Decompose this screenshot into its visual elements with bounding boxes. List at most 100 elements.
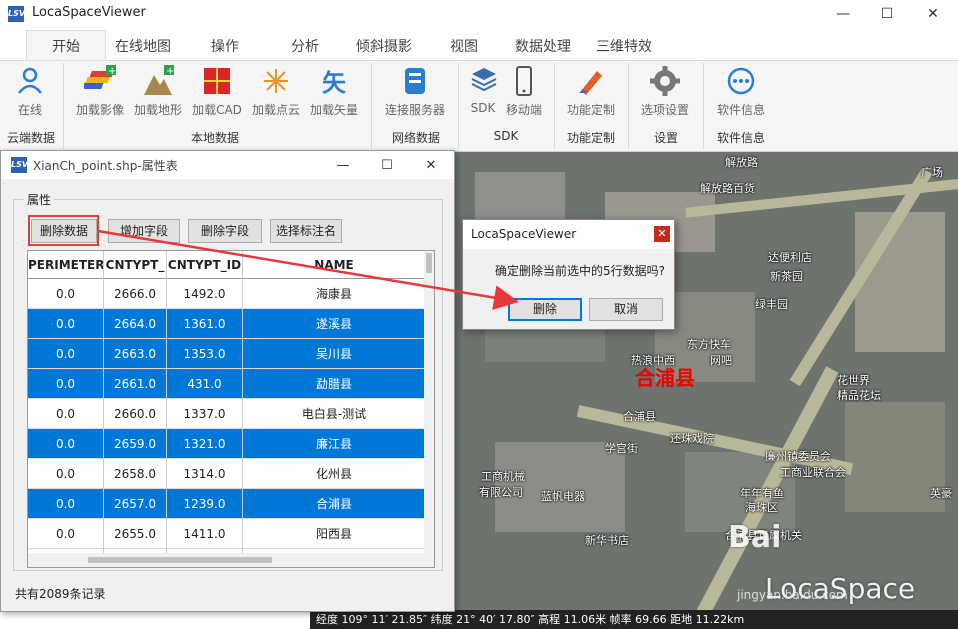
tab-view[interactable]: 视图 (450, 36, 478, 56)
tab-operation[interactable]: 操作 (211, 36, 239, 56)
map-label: 工商机械 (481, 470, 525, 483)
select-label-field-button[interactable]: 选择标注名 (270, 219, 342, 243)
tab-3d-effects[interactable]: 三维特效 (596, 36, 652, 56)
attr-maximize-button[interactable]: ☐ (365, 153, 409, 177)
table-cell: 2661.0 (104, 369, 167, 399)
table-cell: 0.0 (28, 339, 104, 369)
ribbon: 在线 + 加载影像 + 加载地形 加载CAD 加载点云 矢 加载矢量 连接服务器… (0, 60, 958, 152)
attr-close-button[interactable]: ✕ (409, 153, 453, 177)
table-row[interactable]: 0.0 2659.0 1321.0 廉江县 (28, 429, 426, 459)
load-pointcloud-label: 加载点云 (251, 103, 300, 117)
vertical-scrollbar[interactable] (424, 251, 434, 553)
dialog-close-icon[interactable]: ✕ (654, 226, 670, 242)
table-cell: 2659.0 (104, 429, 167, 459)
software-info-button[interactable]: 软件信息 (712, 65, 770, 118)
close-button[interactable]: ✕ (910, 2, 956, 26)
table-row[interactable]: 0.0 2663.0 1353.0 吴川县 (28, 339, 426, 369)
connect-server-label: 连接服务器 (384, 103, 445, 117)
table-cell: 2660.0 (104, 399, 167, 429)
load-terrain-button[interactable]: + 加载地形 (132, 65, 184, 118)
tab-data-processing[interactable]: 数据处理 (515, 36, 571, 56)
table-cell: 1353.0 (167, 339, 243, 369)
map-label: 达便利店 (768, 251, 812, 264)
map-label: 新华书店 (585, 534, 629, 547)
add-field-button[interactable]: 增加字段 (108, 219, 180, 243)
tab-oblique[interactable]: 倾斜摄影 (356, 36, 412, 56)
table-cell: 1239.0 (167, 489, 243, 519)
connect-server-button[interactable]: 连接服务器 (382, 65, 448, 118)
app-logo-icon: LSV (8, 6, 25, 22)
horizontal-scroll-thumb[interactable] (88, 557, 272, 563)
options-button[interactable]: 选项设置 (638, 65, 692, 118)
map-label: 工商业联合会 (780, 466, 846, 479)
group-cloud-data: 云端数据 (6, 131, 55, 145)
table-cell: 2655.0 (104, 519, 167, 549)
attribute-table[interactable]: PERIMETER CNTYPT_ CNTYPT_ID NAME 0.0 2666… (27, 250, 435, 568)
highlight-box (28, 215, 99, 246)
table-cell: 431.0 (167, 369, 243, 399)
table-cell: 化州县 (243, 459, 426, 489)
table-cell: 2658.0 (104, 459, 167, 489)
server-icon (399, 65, 431, 97)
online-button[interactable]: 在线 (10, 65, 50, 118)
vector-icon: 矢 (318, 65, 350, 97)
svg-text:+: + (108, 66, 116, 77)
tab-online-map[interactable]: 在线地图 (115, 36, 171, 56)
load-vector-button[interactable]: 矢 加载矢量 (308, 65, 360, 118)
load-pointcloud-button[interactable]: 加载点云 (250, 65, 302, 118)
load-cad-label: 加载CAD (192, 103, 242, 117)
svg-text:矢: 矢 (322, 69, 347, 97)
app-title: LocaSpaceViewer (32, 5, 146, 20)
table-row[interactable]: 0.0 2658.0 1314.0 化州县 (28, 459, 426, 489)
status-bar: 经度 109° 11′ 21.85″ 纬度 21° 40′ 17.80″ 高程 … (310, 610, 958, 629)
map-label: 还珠戏院 (670, 432, 714, 445)
table-cell: 吴川县 (243, 339, 426, 369)
map-label: 学宫街 (605, 442, 638, 455)
svg-text:+: + (166, 66, 174, 77)
map-label: 广场 (921, 166, 943, 179)
table-cell: 0.0 (28, 489, 104, 519)
map-label: 东方快车 (687, 338, 731, 351)
table-cell: 1361.0 (167, 309, 243, 339)
table-cell: 合浦县 (243, 489, 426, 519)
load-cad-button[interactable]: 加载CAD (190, 65, 244, 118)
load-imagery-label: 加载影像 (75, 103, 124, 117)
table-row[interactable]: 0.0 2664.0 1361.0 遂溪县 (28, 309, 426, 339)
table-cell: 0.0 (28, 309, 104, 339)
load-imagery-button[interactable]: + 加载影像 (74, 65, 126, 118)
table-cell: 0.0 (28, 279, 104, 309)
table-cell: 勐腊县 (243, 369, 426, 399)
column-header[interactable]: PERIMETER (28, 251, 104, 279)
column-header[interactable]: NAME (243, 251, 426, 279)
table-cell: 0.0 (28, 429, 104, 459)
map-label: 新茶园 (770, 270, 803, 283)
sdk-button[interactable]: SDK (468, 65, 498, 115)
attribute-window-title: XianCh_point.shp-属性表 (33, 159, 178, 173)
map-label: 网吧 (710, 354, 732, 367)
mobile-button[interactable]: 移动端 (504, 65, 544, 118)
cancel-button[interactable]: 取消 (589, 298, 663, 321)
tab-analysis[interactable]: 分析 (291, 36, 319, 56)
maximize-button[interactable]: ☐ (864, 2, 910, 26)
table-header: PERIMETER CNTYPT_ CNTYPT_ID NAME (28, 251, 426, 279)
horizontal-scrollbar[interactable] (28, 553, 434, 567)
confirm-delete-button[interactable]: 删除 (508, 298, 582, 321)
attr-minimize-button[interactable]: — (321, 153, 365, 177)
table-row[interactable]: 0.0 2657.0 1239.0 合浦县 (28, 489, 426, 519)
table-row[interactable]: 0.0 2655.0 1411.0 阳西县 (28, 519, 426, 549)
map-label: 英豪 (930, 487, 952, 500)
table-row[interactable]: 0.0 2660.0 1337.0 电白县-测试 (28, 399, 426, 429)
table-cell: 2666.0 (104, 279, 167, 309)
minimize-button[interactable]: — (820, 2, 866, 26)
vertical-scroll-thumb[interactable] (426, 253, 432, 273)
tab-start[interactable]: 开始 (26, 30, 106, 62)
custom-function-button[interactable]: 功能定制 (564, 65, 618, 118)
record-count: 共有2089条记录 (15, 587, 106, 601)
column-header[interactable]: CNTYPT_ (104, 251, 167, 279)
table-row[interactable]: 0.0 2661.0 431.0 勐腊县 (28, 369, 426, 399)
delete-field-button[interactable]: 删除字段 (188, 219, 262, 243)
column-header[interactable]: CNTYPT_ID (167, 251, 243, 279)
table-row[interactable]: 0.0 2666.0 1492.0 海康县 (28, 279, 426, 309)
attribute-window-logo-icon: LSV (11, 157, 28, 173)
map-county-title: 合浦县 (635, 366, 695, 390)
